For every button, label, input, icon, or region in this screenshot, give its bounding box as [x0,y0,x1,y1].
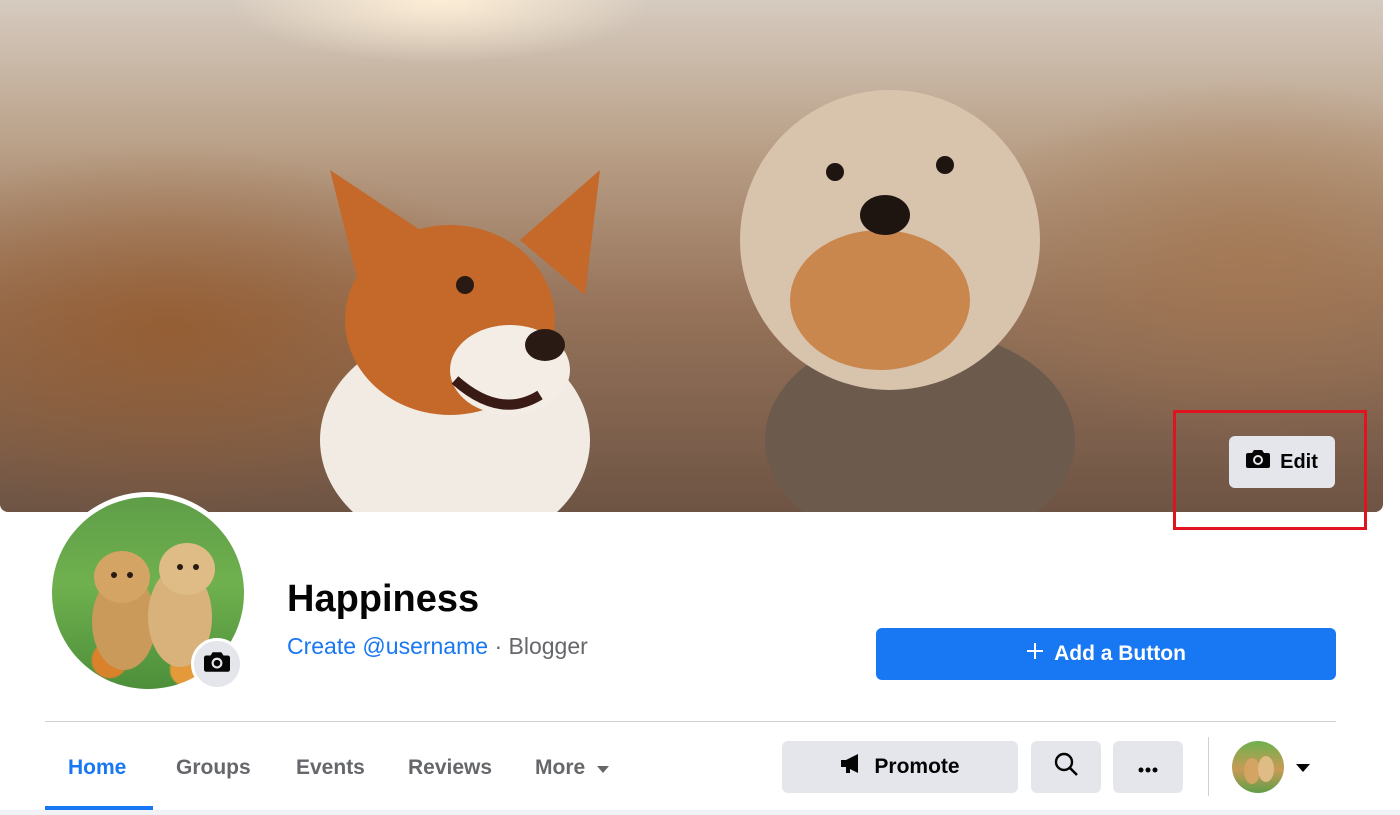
caret-down-icon [597,756,610,780]
account-caret-button[interactable] [1296,760,1310,778]
tab-groups-label: Groups [176,756,251,779]
tab-events[interactable]: Events [296,742,365,794]
add-a-button-label: Add a Button [1054,642,1186,665]
promote-button[interactable]: Promote [782,741,1018,793]
camera-icon [204,651,230,678]
update-profile-picture-button[interactable] [191,638,243,690]
cover-photo-dogs [320,90,1075,512]
subline-separator: · [488,633,509,659]
camera-icon [1246,449,1271,475]
page-category: Blogger [508,633,588,659]
more-options-button[interactable] [1113,741,1183,793]
scrollbar-track[interactable] [1383,0,1400,512]
profile-subline: Create @username · Blogger [287,630,588,662]
tab-reviews-label: Reviews [408,756,493,779]
tab-reviews[interactable]: Reviews [408,742,492,794]
tab-more[interactable]: More [535,742,610,794]
tab-events-label: Events [296,756,365,779]
add-a-button[interactable]: Add a Button [876,628,1336,680]
tab-home[interactable]: Home [68,742,126,794]
ellipsis-icon [1137,755,1159,779]
mini-avatar-puppies-image [1244,756,1274,784]
edit-cover-button[interactable]: Edit [1229,436,1335,488]
tab-groups[interactable]: Groups [176,742,251,794]
header-divider [45,721,1336,722]
tab-more-label: More [535,756,586,779]
page-bottom-border [0,810,1400,815]
cover-photo: Edit [0,0,1383,512]
page-title: Happiness [287,578,480,620]
page-avatar-switcher[interactable] [1232,741,1284,793]
search-icon [1054,752,1078,782]
create-username-link[interactable]: Create @username [287,633,488,659]
plus-icon [1026,642,1044,666]
tab-home-label: Home [68,756,127,779]
promote-label: Promote [874,755,960,778]
caret-down-icon [1296,760,1310,777]
megaphone-icon [840,754,864,780]
edit-cover-label: Edit [1280,450,1318,473]
search-button[interactable] [1031,741,1101,793]
toolbar-divider [1208,737,1209,796]
